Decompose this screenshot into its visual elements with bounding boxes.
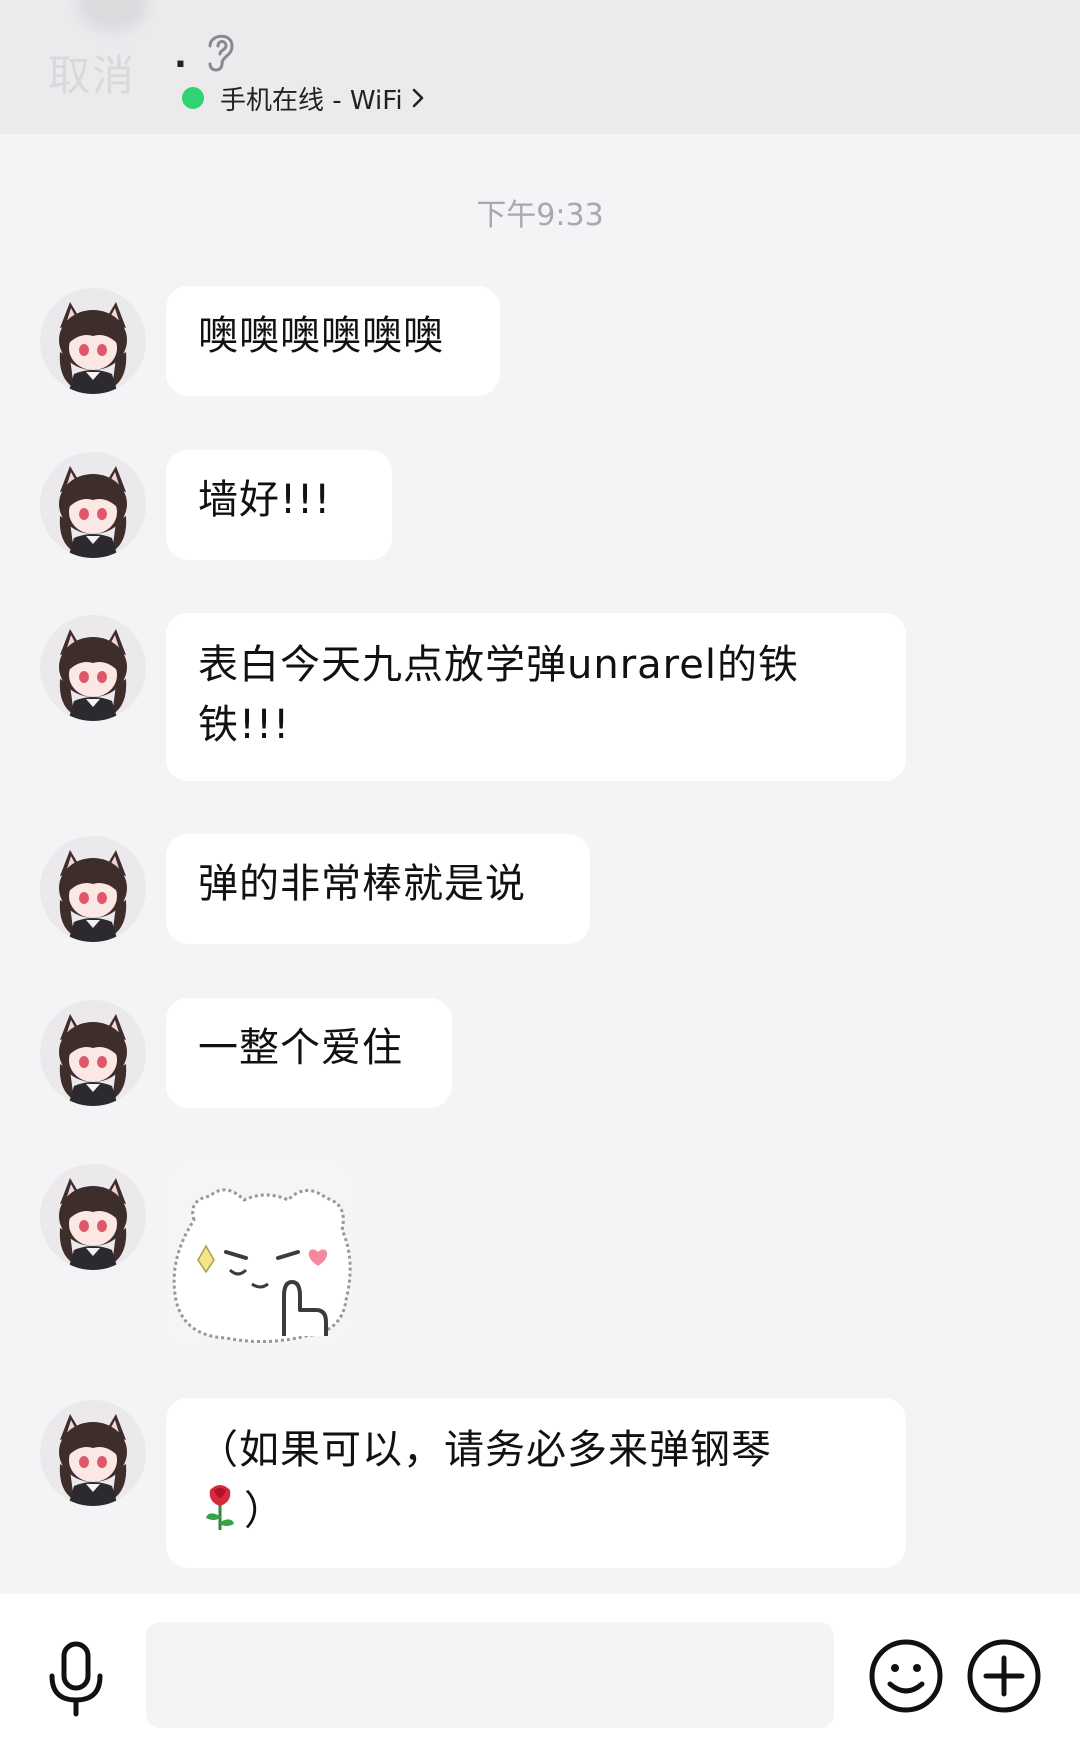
contact-avatar[interactable] [40, 836, 146, 942]
anime-avatar-icon [40, 1400, 146, 1506]
input-bar [0, 1594, 1080, 1761]
message-bubble[interactable]: 一整个爱住 [166, 998, 452, 1108]
contact-avatar[interactable] [40, 1000, 146, 1106]
message-input[interactable] [146, 1622, 834, 1728]
contact-avatar[interactable] [40, 615, 146, 721]
anime-avatar-icon [40, 452, 146, 558]
rose-emoji-icon [206, 1485, 234, 1530]
message-bubble[interactable]: 墙好!!! [166, 450, 392, 560]
chat-header: 取消 . 手机在线 - WiFi [0, 0, 1080, 134]
message-bubble[interactable]: 表白今天九点放学弹unrarel的铁铁!!! [166, 613, 906, 781]
microphone-icon[interactable] [40, 1640, 112, 1720]
anime-avatar-icon [40, 836, 146, 942]
anime-avatar-icon [40, 288, 146, 394]
message-text: 弹的非常棒就是说 [198, 861, 526, 907]
message-timestamp: 下午9:33 [476, 198, 604, 233]
blurred-overlay [78, 0, 148, 32]
ear-icon [208, 34, 234, 72]
message-text: 一整个爱住 [198, 1025, 403, 1071]
message-bubble[interactable]: 噢噢噢噢噢噢 [166, 286, 500, 396]
anime-avatar-icon [40, 615, 146, 721]
online-status[interactable]: 手机在线 - WiFi [182, 80, 425, 116]
message-bubble[interactable]: 弹的非常棒就是说 [166, 834, 590, 944]
anime-avatar-icon [40, 1164, 146, 1270]
status-text: 手机在线 - WiFi [220, 85, 403, 116]
contact-avatar[interactable] [40, 288, 146, 394]
message-text: 表白今天九点放学弹unrarel的铁铁!!! [198, 642, 799, 748]
contact-name[interactable]: . [174, 36, 187, 76]
message-text: 噢噢噢噢噢噢 [198, 313, 444, 359]
contact-avatar[interactable] [40, 1164, 146, 1270]
chevron-right-icon [412, 88, 423, 108]
bear-sticker-icon [166, 1160, 352, 1346]
cancel-button[interactable]: 取消 [48, 42, 136, 103]
plus-icon[interactable] [964, 1636, 1044, 1716]
message-text: 墙好!!! [198, 477, 332, 523]
contact-avatar[interactable] [40, 452, 146, 558]
emoji-icon[interactable] [866, 1636, 946, 1716]
message-bubble[interactable]: （如果可以，请务必多来弹钢琴 ） [166, 1398, 906, 1568]
online-dot [182, 87, 204, 109]
anime-avatar-icon [40, 1000, 146, 1106]
sticker-message[interactable] [166, 1160, 352, 1346]
message-text: （如果可以，请务必多来弹钢琴 [198, 1427, 772, 1473]
contact-avatar[interactable] [40, 1400, 146, 1506]
message-text-tail: ） [244, 1488, 285, 1534]
